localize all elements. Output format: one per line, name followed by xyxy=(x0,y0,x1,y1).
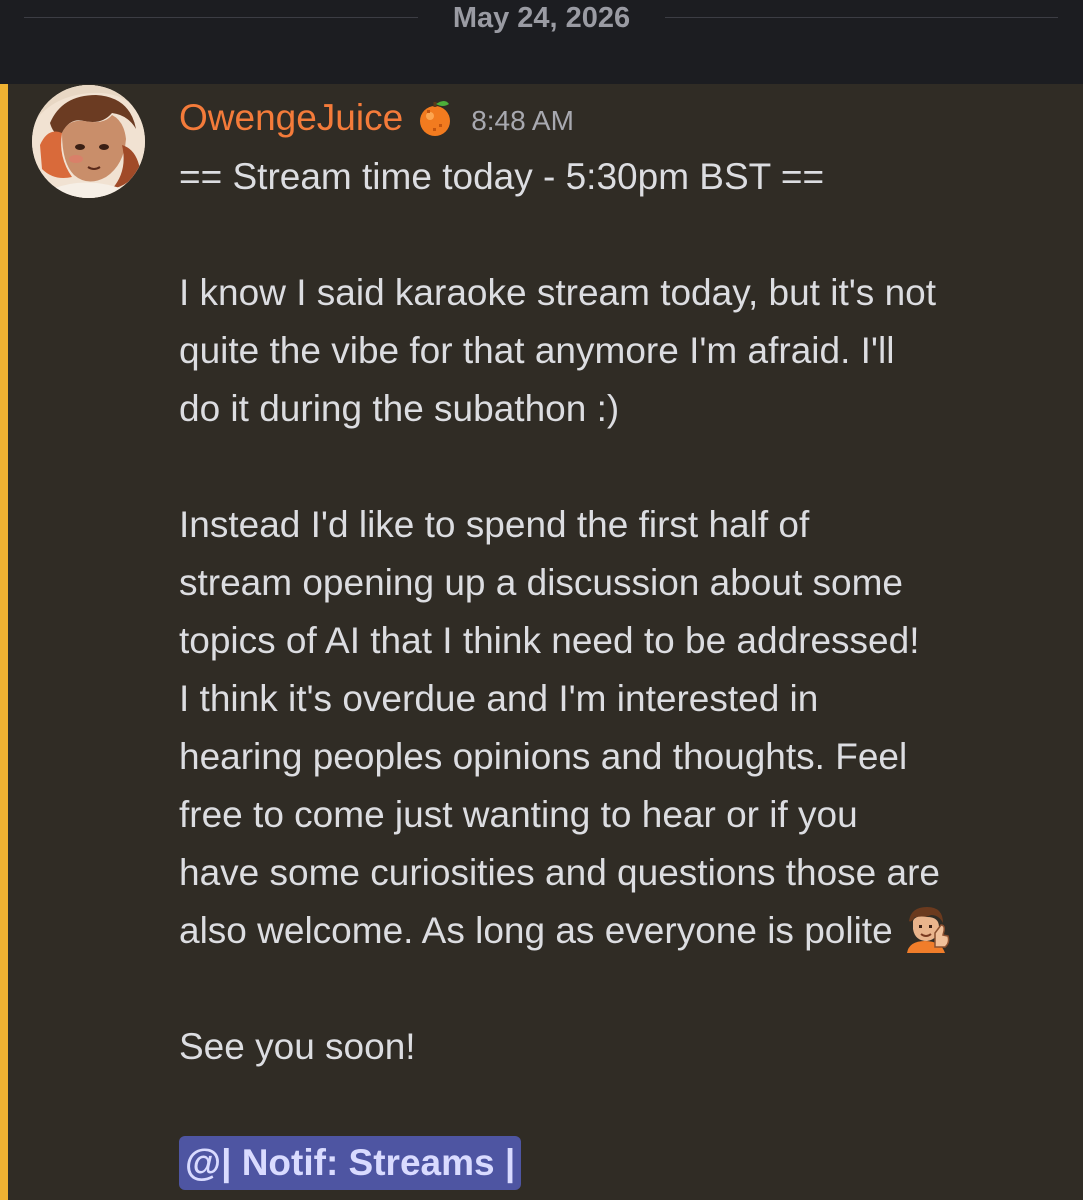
message-line: Instead I'd like to spend the first half… xyxy=(179,504,810,545)
message-line-text: also welcome. As long as everyone is pol… xyxy=(179,910,893,951)
message-line: @| Notif: Streams | xyxy=(179,1134,1059,1192)
message-line: == Stream time today - 5:30pm BST == xyxy=(179,156,825,197)
role-mention-notif-streams[interactable]: @| Notif: Streams | xyxy=(179,1136,522,1190)
message-content: == Stream time today - 5:30pm BST == I k… xyxy=(179,148,1059,1192)
message-line: free to come just wanting to hear or if … xyxy=(179,794,858,835)
mention-highlight-bar xyxy=(0,84,8,1200)
discord-chat-screen: May 24, 2026 OwengeJuice 8:48 AM == Stre… xyxy=(0,0,1083,1200)
message-line: I think it's overdue and I'm interested … xyxy=(179,678,819,719)
message-line: quite the vibe for that anymore I'm afra… xyxy=(179,330,895,371)
message-line: topics of AI that I think need to be add… xyxy=(179,620,920,661)
message-line: have some curiosities and questions thos… xyxy=(179,852,940,893)
message-header: OwengeJuice 8:48 AM xyxy=(179,92,574,144)
message-line: hearing peoples opinions and thoughts. F… xyxy=(179,736,908,777)
divider-line-right xyxy=(665,17,1058,18)
date-divider: May 24, 2026 xyxy=(0,0,1083,84)
divider-line-left xyxy=(24,17,418,18)
message-line-with-emoji: also welcome. As long as everyone is pol… xyxy=(179,902,1059,960)
avatar[interactable] xyxy=(32,85,145,198)
message-line: stream opening up a discussion about som… xyxy=(179,562,903,603)
message-line: do it during the subathon :) xyxy=(179,388,620,429)
chat-message[interactable]: OwengeJuice 8:48 AM == Stream time today… xyxy=(0,84,1083,1200)
message-timestamp[interactable]: 8:48 AM xyxy=(471,95,574,147)
thumbs-up-emoji-icon xyxy=(901,903,951,953)
message-line: See you soon! xyxy=(179,1026,416,1067)
orange-emoji-icon xyxy=(415,98,455,138)
message-line: I know I said karaoke stream today, but … xyxy=(179,272,937,313)
divider-date: May 24, 2026 xyxy=(452,2,631,34)
author-username[interactable]: OwengeJuice xyxy=(179,92,403,144)
